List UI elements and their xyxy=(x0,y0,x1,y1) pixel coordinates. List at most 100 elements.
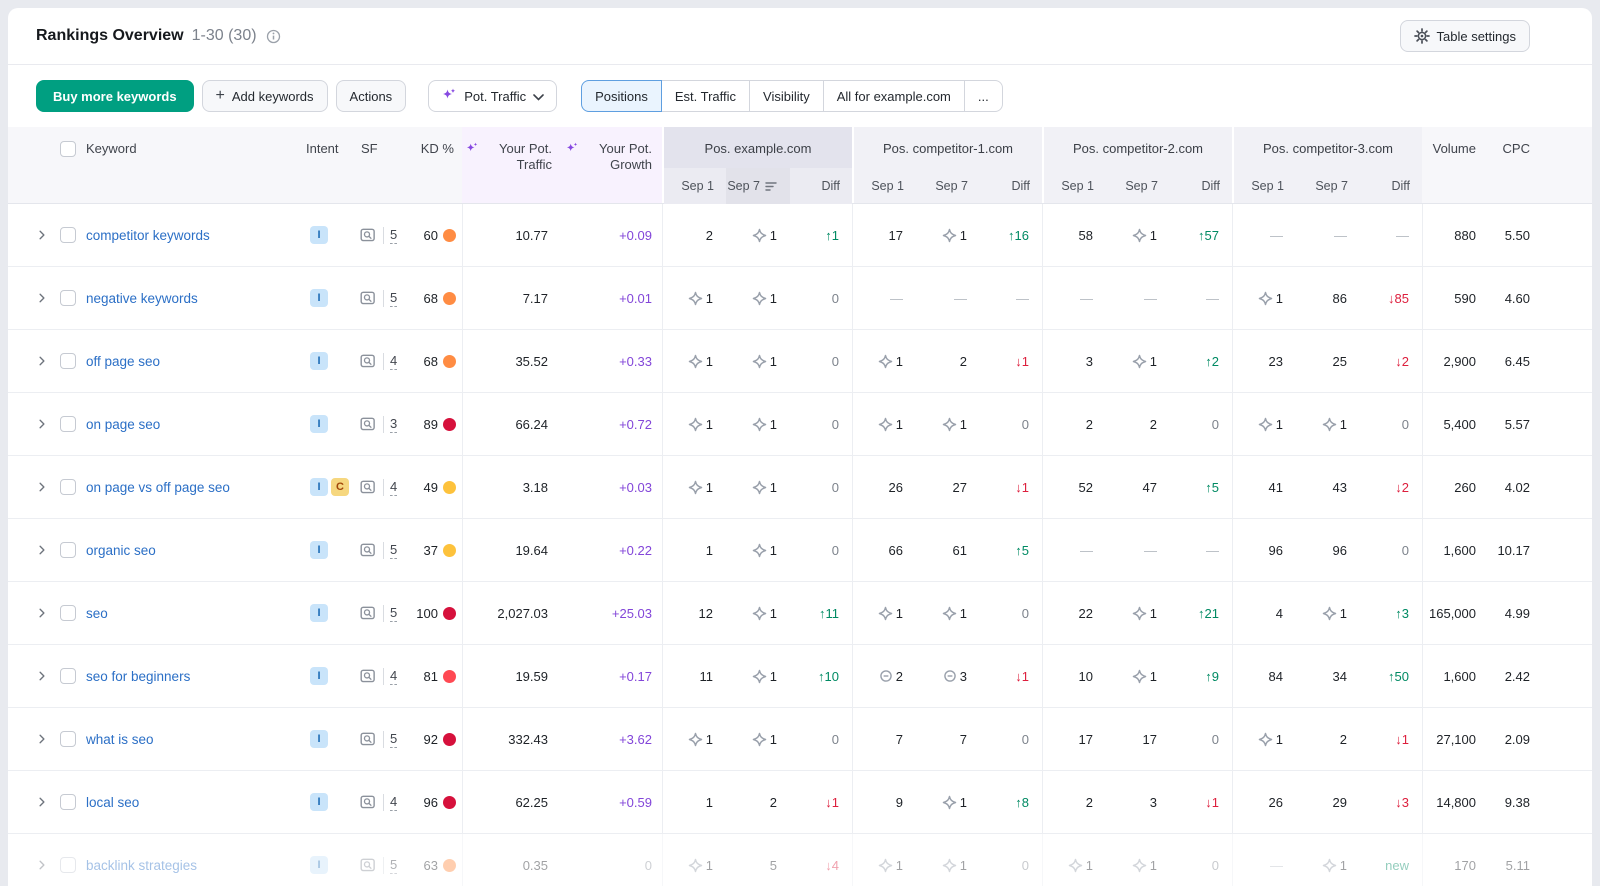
keyword-link[interactable]: on page seo xyxy=(86,417,160,432)
tab-more[interactable]: ... xyxy=(964,80,1003,112)
expand-row-icon[interactable] xyxy=(36,733,48,745)
keyword-link[interactable]: seo xyxy=(86,606,108,621)
row-checkbox[interactable] xyxy=(60,542,76,558)
serp-feature-position-icon xyxy=(688,417,703,432)
expand-row-icon[interactable] xyxy=(36,670,48,682)
col-header-pot-growth[interactable]: Your Pot. Growth xyxy=(562,127,662,203)
intent-badge-i[interactable]: I xyxy=(310,856,328,874)
serp-features-count[interactable]: 5 xyxy=(390,857,397,874)
intent-badge-i[interactable]: I xyxy=(310,226,328,244)
intent-badge-i[interactable]: I xyxy=(310,604,328,622)
expand-row-icon[interactable] xyxy=(36,355,48,367)
sub-header-pos-competitor-1-com-diff[interactable]: Diff xyxy=(980,168,1042,204)
serp-features-count[interactable]: 5 xyxy=(390,605,397,622)
sub-header-pos-competitor-3-com-sep-1[interactable]: Sep 1 xyxy=(1234,168,1296,204)
position-value: 41 xyxy=(1269,480,1283,495)
select-all-checkbox[interactable] xyxy=(60,141,76,157)
info-icon[interactable] xyxy=(266,29,281,44)
expand-row-icon[interactable] xyxy=(36,859,48,871)
sub-header-pos-example-com-sep-7[interactable]: Sep 7 xyxy=(726,168,790,204)
position-group-3: 12↓1 xyxy=(1232,708,1422,770)
row-checkbox[interactable] xyxy=(60,353,76,369)
keyword-link[interactable]: local seo xyxy=(86,795,139,810)
sub-header-pos-competitor-2-com-sep-1[interactable]: Sep 1 xyxy=(1044,168,1106,204)
serp-features-count[interactable]: 4 xyxy=(390,668,397,685)
row-checkbox[interactable] xyxy=(60,731,76,747)
intent-badge-i[interactable]: I xyxy=(310,415,328,433)
sub-header-pos-competitor-3-com-sep-7[interactable]: Sep 7 xyxy=(1296,168,1360,204)
col-header-pot-traffic[interactable]: Your Pot. Traffic xyxy=(462,127,562,203)
row-checkbox[interactable] xyxy=(60,857,76,873)
position-value: 1 xyxy=(1276,732,1283,747)
row-checkbox[interactable] xyxy=(60,794,76,810)
row-checkbox[interactable] xyxy=(60,605,76,621)
position-diff-up: ↑3 xyxy=(1395,606,1409,621)
tab-all-for-example-com[interactable]: All for example.com xyxy=(823,80,965,112)
serp-features-count[interactable]: 4 xyxy=(390,794,397,811)
col-header-volume[interactable]: Volume xyxy=(1422,127,1480,203)
serp-features-count[interactable]: 5 xyxy=(390,227,397,244)
keyword-link[interactable]: competitor keywords xyxy=(86,228,210,243)
intent-badge-c[interactable]: C xyxy=(331,478,349,496)
intent-badge-i[interactable]: I xyxy=(310,541,328,559)
intent-badge-i[interactable]: I xyxy=(310,352,328,370)
position-value: 84 xyxy=(1269,669,1283,684)
sub-header-pos-competitor-1-com-sep-1[interactable]: Sep 1 xyxy=(854,168,916,204)
keyword-link[interactable]: what is seo xyxy=(86,732,154,747)
metric-dropdown[interactable]: Pot. Traffic xyxy=(428,80,557,112)
tab-positions[interactable]: Positions xyxy=(581,80,662,112)
table-settings-button[interactable]: Table settings xyxy=(1400,20,1531,52)
row-checkbox[interactable] xyxy=(60,479,76,495)
row-checkbox[interactable] xyxy=(60,668,76,684)
intent-badge-i[interactable]: I xyxy=(310,289,328,307)
expand-row-icon[interactable] xyxy=(36,607,48,619)
sub-header-pos-competitor-1-com-sep-7[interactable]: Sep 7 xyxy=(916,168,980,204)
keyword-link[interactable]: organic seo xyxy=(86,543,156,558)
keyword-link[interactable]: off page seo xyxy=(86,354,160,369)
expand-row-icon[interactable] xyxy=(36,544,48,556)
col-header-kd[interactable]: KD % xyxy=(400,127,462,203)
sub-header-pos-example-com-sep-1[interactable]: Sep 1 xyxy=(664,168,726,204)
no-position-dash: — xyxy=(1144,291,1157,306)
buy-more-keywords-button[interactable]: Buy more keywords xyxy=(36,80,194,112)
col-header-cpc[interactable]: CPC xyxy=(1480,127,1532,203)
serp-features-cell: 5 xyxy=(352,582,400,644)
intent-badge-i[interactable]: I xyxy=(310,667,328,685)
intent-badge-i[interactable]: I xyxy=(310,793,328,811)
serp-features-count[interactable]: 3 xyxy=(390,416,397,433)
position-diff-zero: 0 xyxy=(832,543,839,558)
row-checkbox[interactable] xyxy=(60,290,76,306)
keyword-link[interactable]: negative keywords xyxy=(86,291,198,306)
col-header-keyword[interactable]: Keyword xyxy=(86,127,300,203)
keyword-link[interactable]: seo for beginners xyxy=(86,669,190,684)
row-checkbox[interactable] xyxy=(60,416,76,432)
actions-button[interactable]: Actions xyxy=(336,80,407,112)
position-cell: — xyxy=(1105,519,1169,581)
expand-row-icon[interactable] xyxy=(36,481,48,493)
col-header-intent[interactable]: Intent xyxy=(300,127,352,203)
position-cell: 1 xyxy=(915,582,979,644)
expand-row-icon[interactable] xyxy=(36,229,48,241)
sub-header-pos-competitor-2-com-diff[interactable]: Diff xyxy=(1170,168,1232,204)
tab-visibility[interactable]: Visibility xyxy=(749,80,824,112)
intent-badge-i[interactable]: I xyxy=(310,730,328,748)
serp-features-count[interactable]: 5 xyxy=(390,542,397,559)
serp-features-count[interactable]: 4 xyxy=(390,353,397,370)
sub-header-pos-example-com-diff[interactable]: Diff xyxy=(790,168,852,204)
expand-row-icon[interactable] xyxy=(36,292,48,304)
intent-badge-i[interactable]: I xyxy=(310,478,328,496)
sub-header-pos-competitor-2-com-sep-7[interactable]: Sep 7 xyxy=(1106,168,1170,204)
serp-features-count[interactable]: 4 xyxy=(390,479,397,496)
keyword-link[interactable]: on page vs off page seo xyxy=(86,480,230,495)
serp-features-count[interactable]: 5 xyxy=(390,290,397,307)
position-value: 1 xyxy=(1340,606,1347,621)
expand-row-icon[interactable] xyxy=(36,418,48,430)
add-keywords-button[interactable]: + Add keywords xyxy=(202,80,328,112)
col-header-sf[interactable]: SF xyxy=(352,127,400,203)
serp-features-count[interactable]: 5 xyxy=(390,731,397,748)
keyword-link[interactable]: backlink strategies xyxy=(86,858,197,873)
row-checkbox[interactable] xyxy=(60,227,76,243)
sub-header-pos-competitor-3-com-diff[interactable]: Diff xyxy=(1360,168,1422,204)
tab-est-traffic[interactable]: Est. Traffic xyxy=(661,80,750,112)
expand-row-icon[interactable] xyxy=(36,796,48,808)
